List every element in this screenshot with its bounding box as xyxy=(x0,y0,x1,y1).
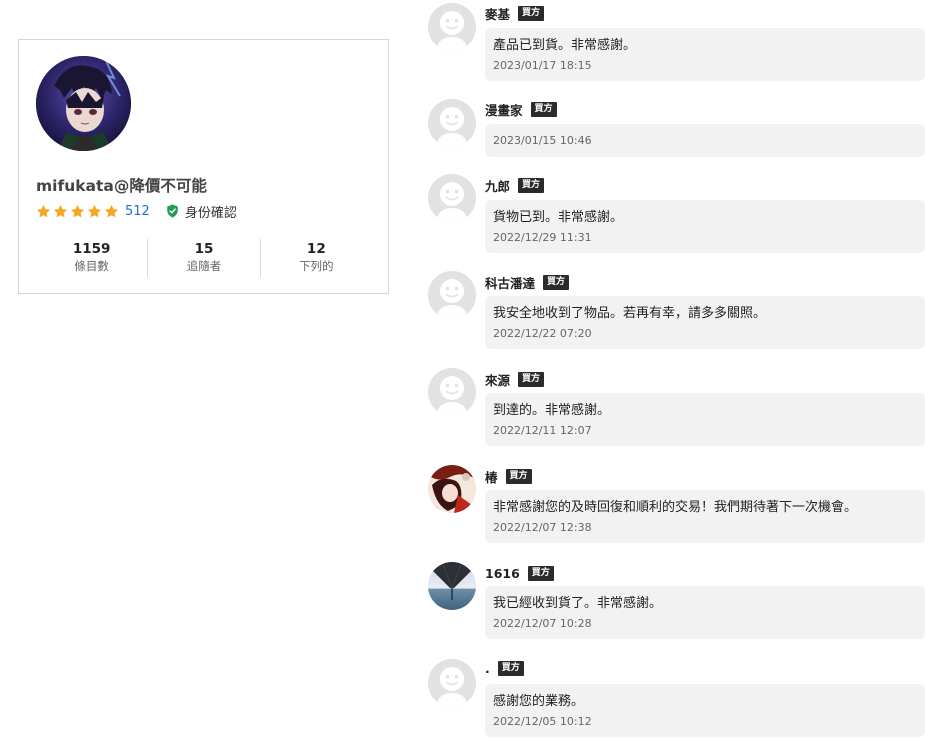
rating-stars xyxy=(36,204,119,219)
review-timestamp: 2023/01/15 10:46 xyxy=(493,134,592,147)
stat-label: 追隨者 xyxy=(186,259,222,273)
stat-following[interactable]: 12 下列的 xyxy=(259,239,372,277)
review-bubble: 2023/01/15 10:46 xyxy=(485,124,925,157)
default-avatar-icon[interactable] xyxy=(428,271,476,319)
review-timestamp: 2022/12/05 10:12 xyxy=(493,715,592,728)
buyer-badge: 買方 xyxy=(518,371,545,387)
stat-label: 條目數 xyxy=(74,259,109,273)
verified-label: 身份確認 xyxy=(184,205,237,221)
reviewer-name[interactable]: 科古潘達 xyxy=(485,273,535,292)
stat-value: 15 xyxy=(194,241,214,257)
star-icon xyxy=(53,204,68,217)
reviewer-name[interactable]: 九郎 xyxy=(485,176,510,195)
buyer-badge: 買方 xyxy=(497,660,524,676)
verified-shield-icon xyxy=(167,204,178,218)
stat-label: 下列的 xyxy=(299,259,334,273)
reviewer-name[interactable]: 椿 xyxy=(485,467,498,486)
review-timestamp: 2022/12/07 10:28 xyxy=(493,617,592,630)
reviewer-row: 來源 買方 xyxy=(485,370,545,389)
review-list: 麥基 買方 產品已到貨。非常感謝。 2023/01/17 18:15 漫畫家 買… xyxy=(428,0,925,742)
review-timestamp: 2022/12/22 07:20 xyxy=(493,327,592,340)
buyer-badge: 買方 xyxy=(518,177,545,193)
default-avatar-icon[interactable] xyxy=(428,368,476,416)
reviewer-row: 九郎 買方 xyxy=(485,176,545,195)
buyer-badge: 買方 xyxy=(518,5,545,21)
review-timestamp: 2023/01/17 18:15 xyxy=(493,59,592,72)
star-icon xyxy=(87,204,102,217)
review-bubble: 感謝您的業務。 2022/12/05 10:12 xyxy=(485,684,925,737)
reviewer-name[interactable]: 麥基 xyxy=(485,4,510,23)
review-text: 貨物已到。非常感謝。 xyxy=(493,210,624,225)
buyer-badge: 買方 xyxy=(543,274,570,290)
review-bubble: 非常感謝您的及時回復和順利的交易！我們期待著下一次機會。 2022/12/07 … xyxy=(485,490,925,543)
seller-stats: 1159 條目數 15 追隨者 12 下列的 xyxy=(36,239,372,277)
review-bubble: 我已經收到貨了。非常感謝。 2022/12/07 10:28 xyxy=(485,586,925,639)
buyer-badge: 買方 xyxy=(527,565,554,581)
review-timestamp: 2022/12/29 11:31 xyxy=(493,231,592,244)
seller-profile-card: mifukata@降價不可能 512 身份確認 1159 條目數 15 追隨者 xyxy=(18,39,389,294)
star-icon xyxy=(36,204,51,217)
reviewer-name[interactable]: . xyxy=(485,661,490,676)
review-timestamp: 2022/12/11 12:07 xyxy=(493,424,592,437)
review-bubble: 產品已到貨。非常感謝。 2023/01/17 18:15 xyxy=(485,28,925,81)
stat-listings[interactable]: 1159 條目數 xyxy=(36,239,147,277)
identity-verified-badge: 身份確認 xyxy=(166,202,237,221)
review-bubble: 我安全地收到了物品。若再有幸，請多多關照。 2022/12/22 07:20 xyxy=(485,296,925,349)
default-avatar-icon[interactable] xyxy=(428,659,476,707)
stat-value: 1159 xyxy=(72,241,111,257)
seller-username: mifukata@降價不可能 xyxy=(36,177,207,195)
reviewer-row: . 買方 xyxy=(485,659,524,677)
review-bubble: 貨物已到。非常感謝。 2022/12/29 11:31 xyxy=(485,200,925,253)
review-timestamp: 2022/12/07 12:38 xyxy=(493,521,592,534)
star-icon xyxy=(70,204,85,217)
default-avatar-icon[interactable] xyxy=(428,99,476,147)
stat-followers[interactable]: 15 追隨者 xyxy=(147,239,259,277)
review-text: 非常感謝您的及時回復和順利的交易！我們期待著下一次機會。 xyxy=(493,500,858,515)
seller-avatar-image xyxy=(36,56,131,151)
review-bubble: 到達的。非常感謝。 2022/12/11 12:07 xyxy=(485,393,925,446)
reviewer-name[interactable]: 1616 xyxy=(485,566,520,581)
photo-avatar[interactable] xyxy=(428,562,476,610)
buyer-badge: 買方 xyxy=(530,101,557,117)
seller-avatar[interactable] xyxy=(36,56,131,151)
review-text: 產品已到貨。非常感謝。 xyxy=(493,38,637,53)
reviewer-row: 1616 買方 xyxy=(485,564,554,582)
review-text: 我安全地收到了物品。若再有幸，請多多關照。 xyxy=(493,306,767,321)
reviewer-row: 麥基 買方 xyxy=(485,4,545,23)
rating-count-link[interactable]: 512 xyxy=(125,204,150,219)
reviewer-row: 科古潘達 買方 xyxy=(485,273,570,292)
reviewer-row: 漫畫家 買方 xyxy=(485,100,557,118)
review-text: 我已經收到貨了。非常感謝。 xyxy=(493,596,663,611)
review-text: 感謝您的業務。 xyxy=(493,694,585,709)
stat-value: 12 xyxy=(306,241,326,257)
default-avatar-icon[interactable] xyxy=(428,174,476,222)
reviewer-name[interactable]: 漫畫家 xyxy=(485,100,523,119)
default-avatar-icon[interactable] xyxy=(428,3,476,51)
buyer-badge: 買方 xyxy=(505,468,532,484)
star-icon xyxy=(104,204,119,217)
reviewer-name[interactable]: 來源 xyxy=(485,370,510,389)
review-text: 到達的。非常感謝。 xyxy=(493,403,611,418)
seller-rating-row: 512 身份確認 xyxy=(36,202,237,221)
photo-avatar[interactable] xyxy=(428,465,476,513)
reviewer-row: 椿 買方 xyxy=(485,467,532,485)
